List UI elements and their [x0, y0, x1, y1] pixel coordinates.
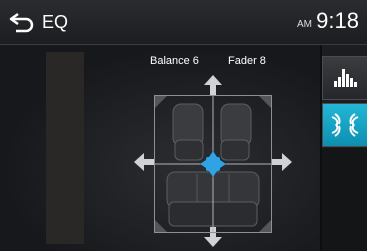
equalizer-tab-button[interactable]	[322, 56, 367, 100]
fader-up-arrow[interactable]	[204, 75, 222, 95]
balance-right-arrow[interactable]	[272, 153, 292, 171]
clock-ampm: AM	[297, 19, 312, 30]
balance-readout: Balance 6	[150, 55, 199, 67]
sound-field-panel: Balance 6 Fader 8	[0, 45, 320, 251]
equalizer-icon	[334, 69, 357, 87]
back-button[interactable]	[8, 11, 36, 33]
balance-fader-tab-button[interactable]	[322, 103, 367, 147]
balance-fader-icon	[331, 113, 359, 137]
left-panel	[46, 52, 84, 244]
top-bar: EQ AM 9:18	[0, 0, 367, 45]
fader-readout: Fader 8	[228, 55, 266, 67]
screen-title: EQ	[42, 12, 69, 32]
seat-position-grid[interactable]	[154, 95, 272, 233]
sidebar-background	[322, 148, 367, 251]
balance-left-arrow[interactable]	[134, 153, 154, 171]
back-arrow-icon	[9, 12, 34, 33]
car-seats-image	[155, 96, 271, 232]
clock-time: 9:18	[316, 8, 359, 33]
